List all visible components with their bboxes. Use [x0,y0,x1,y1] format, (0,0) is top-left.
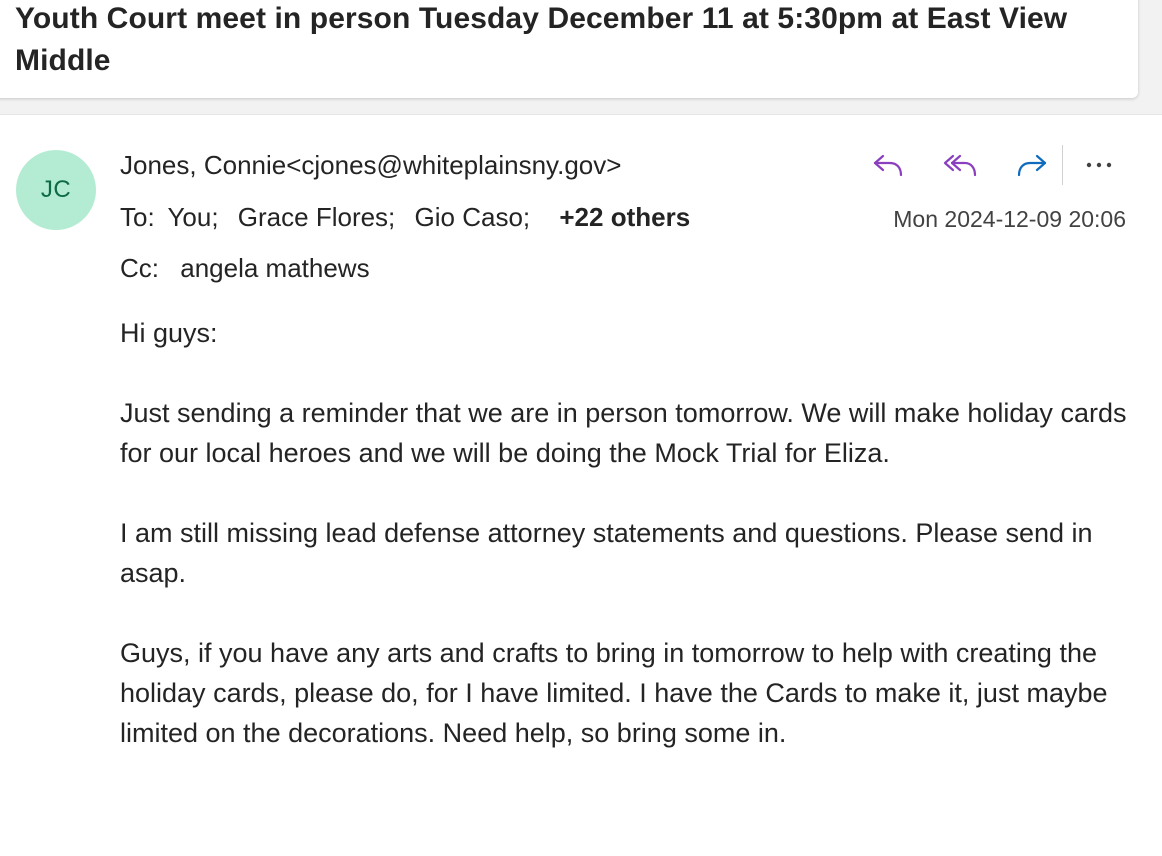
cc-recipients: Cc: angela mathews [120,252,370,284]
reply-all-icon [943,154,977,177]
recipient-grace-flores[interactable]: Grace Flores; [238,202,396,232]
body-paragraph-2: I am still missing lead defense attorney… [120,518,1093,588]
recipient-gio-caso[interactable]: Gio Caso; [415,202,531,232]
recipient-you[interactable]: You; [167,202,218,232]
cc-recipient-angela-mathews[interactable]: angela mathews [180,253,369,283]
cc-label: Cc: [120,253,159,283]
email-subject: Youth Court meet in person Tuesday Decem… [15,2,1068,77]
reply-all-button[interactable] [932,143,988,187]
actions-divider [1062,145,1063,185]
reply-button[interactable] [860,143,916,187]
subject-header: Youth Court meet in person Tuesday Decem… [0,0,1138,98]
message-body: Hi guys: Just sending a reminder that we… [120,313,1130,793]
more-recipients-link[interactable]: +22 others [559,202,690,232]
body-paragraph-3: Guys, if you have any arts and crafts to… [120,638,1108,748]
to-label: To: [120,202,155,232]
sender-avatar[interactable]: JC [16,150,96,230]
reply-icon [873,154,903,177]
message-pane: JC Jones, Connie<cjones@whiteplainsny.go… [0,114,1162,856]
more-icon [1086,162,1112,168]
forward-button[interactable] [1004,143,1060,187]
sender-name[interactable]: Jones, Connie<cjones@whiteplainsny.gov> [120,149,621,181]
body-paragraph-1: Just sending a reminder that we are in p… [120,398,1127,468]
forward-icon [1017,154,1047,177]
body-greeting: Hi guys: [120,318,218,348]
to-recipients: To: You; Grace Flores; Gio Caso; +22 oth… [120,201,690,233]
message-actions [860,143,1121,187]
message-timestamp: Mon 2024-12-09 20:06 [893,206,1126,232]
more-actions-button[interactable] [1077,143,1121,187]
